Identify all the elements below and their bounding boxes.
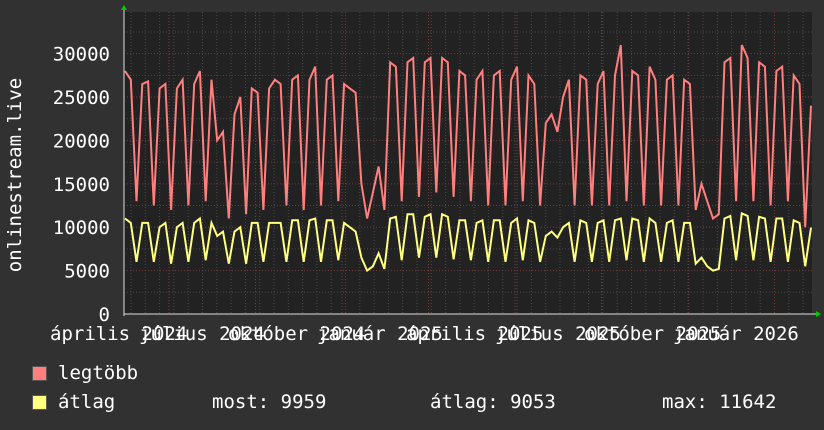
x-tick-label: január 2026 <box>673 323 799 345</box>
y-tick-label: 30000 <box>53 44 110 66</box>
legend-swatch-max <box>32 366 47 381</box>
legend-swatch-avg <box>32 395 47 410</box>
legend-now: most: 9959 <box>212 391 327 413</box>
legend-avg: átlag: 9053 <box>430 391 556 413</box>
legend-max: max: 11642 <box>662 391 777 413</box>
y-axis-label: onlinestream.live <box>4 78 26 272</box>
y-tick-label: 10000 <box>53 217 110 239</box>
y-tick-label: 20000 <box>53 130 110 152</box>
legend-label-avg: átlag <box>58 391 116 413</box>
x-axis-arrow <box>816 311 821 317</box>
y-tick-label: 25000 <box>53 87 110 109</box>
legend-label-max: legtöbb <box>58 362 139 384</box>
y-tick-label: 5000 <box>64 261 110 283</box>
y-tick-label: 15000 <box>53 174 110 196</box>
y-axis-arrow <box>121 5 127 10</box>
